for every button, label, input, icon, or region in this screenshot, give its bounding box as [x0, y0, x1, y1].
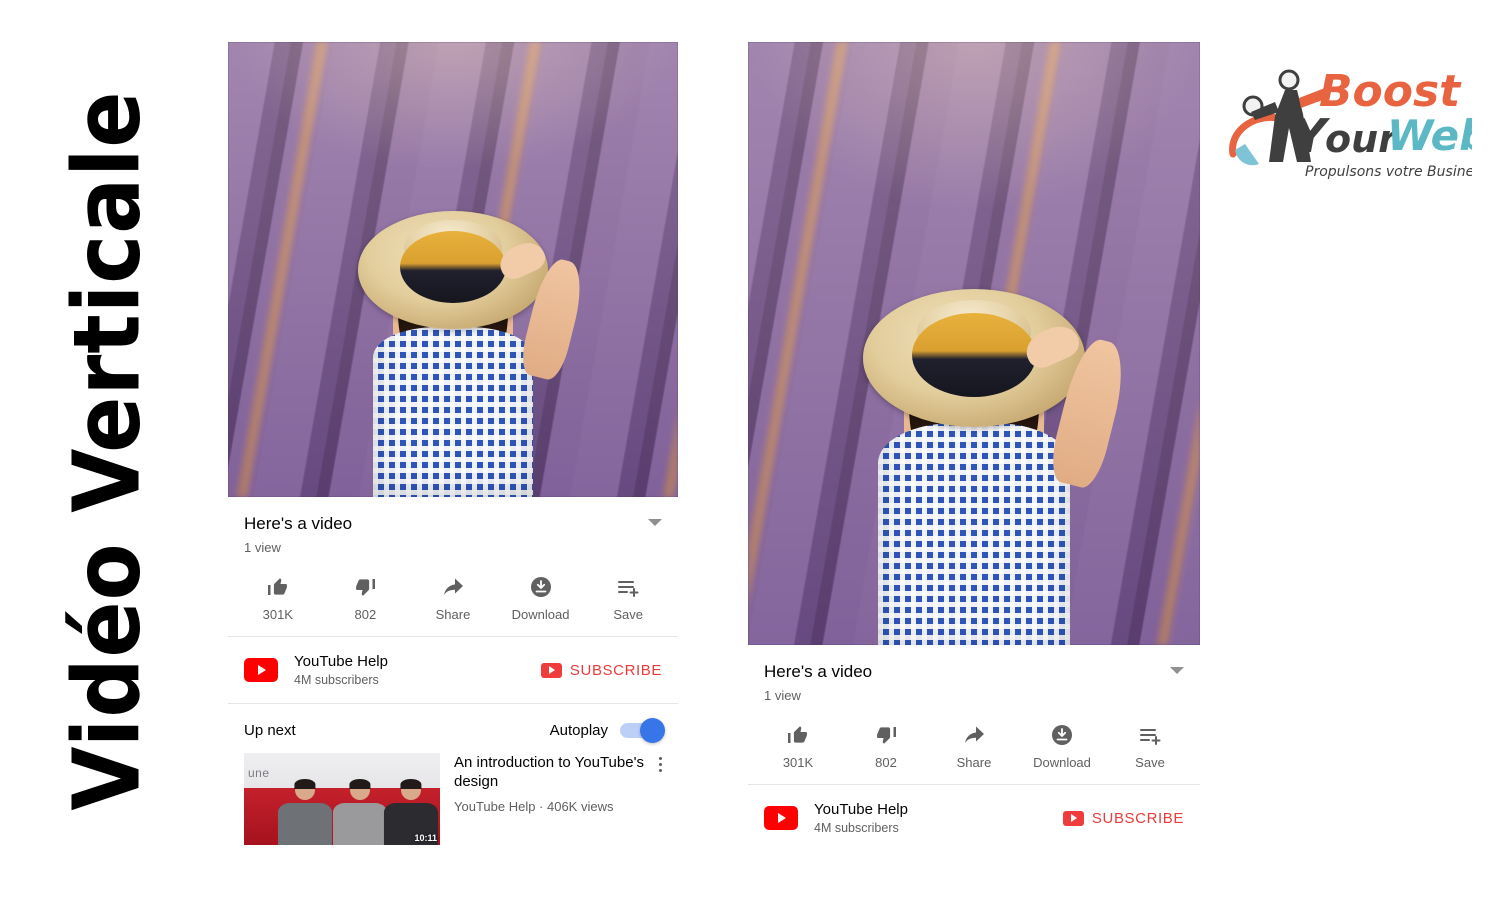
subscribe-button[interactable]: SUBSCRIBE: [1062, 809, 1184, 827]
logo-tagline: Propulsons votre Business: [1305, 164, 1472, 180]
more-options-icon[interactable]: [659, 753, 662, 773]
download-icon: [529, 575, 553, 599]
chevron-down-icon[interactable]: [648, 519, 662, 526]
download-button[interactable]: Download: [497, 575, 585, 622]
thumbnail-watermark: une: [248, 766, 270, 781]
subscribe-label: SUBSCRIBE: [1091, 809, 1184, 827]
logo-word-web: Web: [1387, 111, 1472, 160]
dislike-count: 802: [354, 607, 377, 623]
person-1: [275, 777, 334, 846]
autoplay-toggle[interactable]: [620, 718, 665, 744]
thumbs-up-icon: [786, 723, 810, 747]
share-icon: [441, 575, 465, 599]
play-triangle-icon: [258, 665, 266, 676]
subscribe-button[interactable]: SUBSCRIBE: [540, 661, 662, 679]
like-count: 301K: [782, 755, 814, 771]
channel-name[interactable]: YouTube Help: [814, 801, 908, 818]
channel-subscribers: 4M subscribers: [294, 673, 379, 688]
person-1-hair: [294, 778, 316, 790]
autoplay-control[interactable]: Autoplay: [549, 718, 665, 744]
up-next-header: Up next Autoplay: [228, 704, 678, 753]
woman-figure: [303, 167, 603, 497]
gingham-dress: [373, 327, 533, 497]
channel-avatar[interactable]: [764, 806, 798, 831]
subscribe-label: SUBSCRIBE: [569, 661, 662, 679]
logo-head-right: [1278, 69, 1300, 91]
person-2-hair: [349, 778, 371, 790]
channel-row-square: YouTube Help 4M subscribers SUBSCRIBE: [228, 637, 678, 703]
share-button[interactable]: Share: [930, 723, 1018, 770]
download-button[interactable]: Download: [1018, 723, 1106, 770]
download-icon: [1050, 723, 1074, 747]
up-next-meta: An introduction to YouTube's design YouT…: [454, 753, 645, 813]
hat-band: [400, 231, 506, 303]
save-button[interactable]: Save: [584, 575, 672, 622]
hat-band: [912, 313, 1036, 397]
action-row-square: 301K 802 Share Download Save: [228, 555, 678, 636]
thumbnail-duration: 10:11: [414, 833, 437, 844]
save-label: Save: [1135, 755, 1165, 771]
up-next-heading: Up next: [244, 722, 296, 740]
up-next-video-title[interactable]: An introduction to YouTube's design: [454, 753, 645, 791]
play-triangle-icon: [778, 813, 786, 824]
view-count: 1 view: [244, 540, 281, 556]
up-next-video-meta: YouTube Help · 406K views: [454, 798, 614, 814]
channel-avatar[interactable]: [244, 658, 278, 683]
save-button[interactable]: Save: [1106, 723, 1194, 770]
like-button[interactable]: 301K: [234, 575, 322, 622]
up-next-thumbnail[interactable]: une 10:11: [244, 753, 440, 846]
page-headline: Vidéo Verticale: [0, 0, 215, 900]
share-icon: [962, 723, 986, 747]
like-count: 301K: [262, 607, 293, 623]
action-row-vertical: 301K 802 Share Download Save: [748, 703, 1200, 784]
up-next-list-item[interactable]: une 10:11 An introduction to YouTube's d…: [228, 753, 678, 846]
save-label: Save: [613, 607, 643, 623]
channel-subscribers: 4M subscribers: [814, 821, 899, 836]
person-1-body: [277, 803, 332, 846]
share-label: Share: [435, 607, 471, 623]
gingham-dress: [878, 423, 1070, 645]
person-2-body: [332, 803, 387, 846]
video-player-vertical[interactable]: [748, 42, 1200, 645]
like-button[interactable]: 301K: [754, 723, 842, 770]
view-count: 1 view: [764, 688, 801, 704]
subscribe-play-badge-icon: [540, 662, 562, 678]
dislike-button[interactable]: 802: [322, 575, 410, 622]
share-label: Share: [956, 755, 992, 771]
autoplay-toggle-knob: [640, 718, 665, 744]
logo-word-boost: Boost: [1319, 66, 1462, 117]
thumbs-down-icon: [874, 723, 898, 747]
channel-name[interactable]: YouTube Help: [294, 653, 388, 670]
download-label: Download: [511, 607, 570, 623]
video-title-row-square[interactable]: Here's a video: [244, 513, 662, 534]
autoplay-label: Autoplay: [549, 722, 608, 740]
subscribe-play-badge-icon: [1062, 810, 1084, 826]
video-title: Here's a video: [244, 514, 353, 533]
headline-text: Vidéo Verticale: [54, 89, 161, 811]
save-to-playlist-icon: [1138, 723, 1162, 747]
woman-figure: [809, 245, 1139, 645]
video-title-row-vertical[interactable]: Here's a video: [764, 661, 1184, 682]
video-title: Here's a video: [764, 662, 873, 681]
chevron-down-icon[interactable]: [1170, 667, 1184, 674]
logo-cape: [1235, 144, 1259, 166]
video-player-square[interactable]: [228, 42, 678, 497]
thumbs-up-icon: [266, 575, 290, 599]
channel-row-vertical: YouTube Help 4M subscribers SUBSCRIBE: [748, 785, 1200, 851]
dislike-count: 802: [875, 755, 897, 771]
share-button[interactable]: Share: [409, 575, 497, 622]
vertical-video-panel: Here's a video 1 view 301K 802 Share Dow…: [748, 42, 1200, 852]
download-label: Download: [1033, 755, 1091, 771]
person-3-hair: [400, 778, 422, 790]
dislike-button[interactable]: 802: [842, 723, 930, 770]
thumbs-down-icon: [353, 575, 377, 599]
brand-logo: Boost Y our Web Propulsons votre Busines…: [1227, 58, 1472, 188]
save-to-playlist-icon: [616, 575, 640, 599]
square-video-panel: Here's a video 1 view 301K 802 Share Dow…: [228, 42, 678, 846]
